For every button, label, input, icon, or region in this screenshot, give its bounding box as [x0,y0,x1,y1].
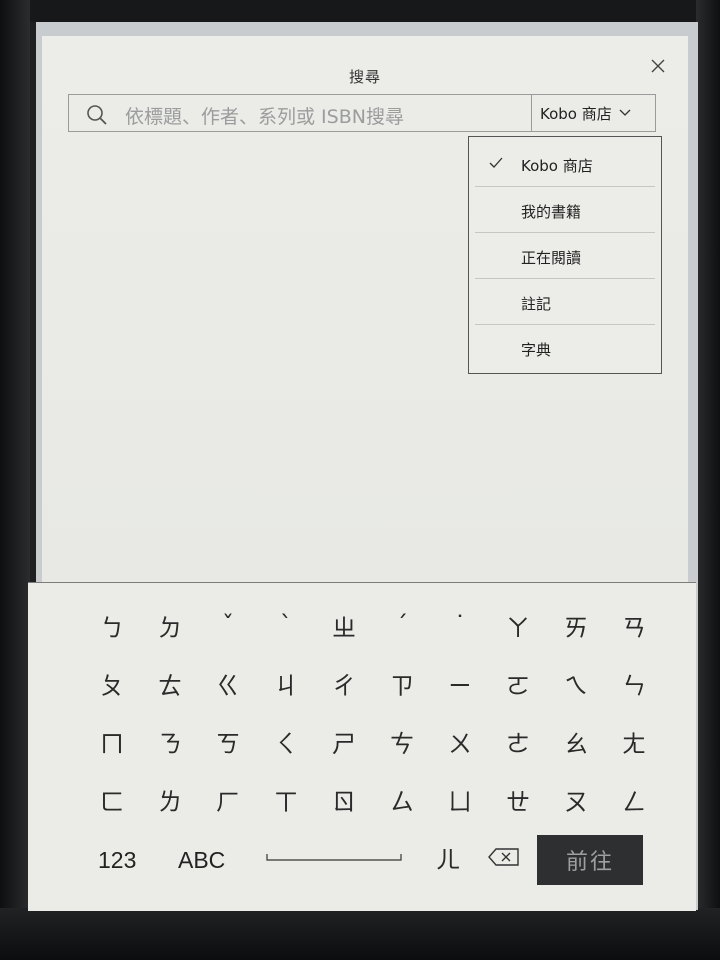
store-scope-label: Kobo 商店 [540,104,612,123]
dropdown-item-reading-now[interactable]: 正在閱讀 [475,233,655,279]
keyboard-key[interactable]: ㄅ [88,605,136,645]
keyboard-key[interactable]: ㄔ [320,663,368,703]
keyboard-key[interactable]: ㄥ [610,779,658,819]
keyboard-key[interactable]: ㄉ [146,605,194,645]
er-key[interactable]: ㄦ [424,837,472,877]
keyboard-key[interactable]: ㄎ [204,721,252,761]
space-key[interactable] [266,852,402,862]
device-bezel-right [696,0,720,960]
keyboard-key[interactable]: ㄜ [494,721,542,761]
go-button[interactable]: 前往 [537,835,643,885]
keyboard-key[interactable]: ㄗ [378,663,426,703]
backspace-icon[interactable] [486,845,522,869]
keyboard-key[interactable]: ㄌ [146,779,194,819]
keyboard-key[interactable]: ㄓ [320,605,368,645]
keyboard-key[interactable]: ㄩ [436,779,484,819]
keyboard-key[interactable]: ㄕ [320,721,368,761]
keyboard-key[interactable]: ㄟ [552,663,600,703]
keyboard-key[interactable]: ㄘ [378,721,426,761]
keyboard-key[interactable]: ㄑ [262,721,310,761]
keyboard-key[interactable]: ㄞ [552,605,600,645]
keyboard-key[interactable]: ˙ [436,605,484,645]
device-bezel-bottom [0,908,720,960]
dropdown-item-dictionary[interactable]: 字典 [475,325,655,371]
search-input[interactable]: 依標題、作者、系列或 ISBN搜尋 [125,102,404,129]
device-bezel-left [0,0,30,960]
keyboard-key[interactable]: ㄙ [378,779,426,819]
keyboard-key[interactable]: ㄍ [204,663,252,703]
keyboard-key[interactable]: ㄤ [610,721,658,761]
check-icon [489,157,503,168]
abc-key[interactable]: ABC [178,847,225,874]
keyboard-key[interactable]: ㄣ [610,663,658,703]
keyboard-key[interactable]: ㄊ [146,663,194,703]
dropdown-item-annotations[interactable]: 註記 [475,279,655,325]
store-scope-dropdown: Kobo 商店 我的書籍 正在閱讀 註記 字典 [468,136,662,374]
keyboard-key[interactable]: ˇ [204,605,252,645]
search-dialog: 搜尋 依標題、作者、系列或 ISBN搜尋 Kobo 商店 Kobo 商店 我的書… [42,36,688,582]
close-button[interactable] [646,54,670,78]
dropdown-item-label: 字典 [521,341,552,359]
keyboard-key[interactable]: ㄆ [88,663,136,703]
keyboard-key[interactable]: ㄒ [262,779,310,819]
keyboard-key[interactable]: ㄝ [494,779,542,819]
keyboard-key[interactable]: ㄇ [88,721,136,761]
device-bezel-top [0,0,720,22]
keyboard-key[interactable]: ㄠ [552,721,600,761]
store-scope-select[interactable]: Kobo 商店 [531,95,657,131]
numbers-key[interactable]: 123 [98,847,136,874]
keyboard-key[interactable]: ㄈ [88,779,136,819]
keyboard-key[interactable]: ㄡ [552,779,600,819]
keyboard-key[interactable]: ˋ [262,605,310,645]
keyboard-key[interactable]: ˊ [378,605,426,645]
keyboard-key[interactable]: ㄖ [320,779,368,819]
keyboard-key[interactable]: ㄐ [262,663,310,703]
zhuyin-keyboard: ㄅㄉ ˇ ˋ ㄓ ˊ ˙ ㄚㄞㄢㄆㄊㄍㄐㄔㄗㄧㄛㄟㄣㄇㄋㄎㄑㄕㄘㄨㄜㄠㄤㄈㄌㄏㄒㄖㄙㄩㄝㄡㄥ… [28,582,696,911]
dropdown-item-label: Kobo 商店 [521,157,593,175]
keyboard-key[interactable]: ㄧ [436,663,484,703]
chevron-down-icon [619,109,631,116]
dropdown-item-label: 正在閱讀 [521,249,582,267]
keyboard-key[interactable]: ㄚ [494,605,542,645]
keyboard-key[interactable]: ㄋ [146,721,194,761]
dropdown-item-label: 我的書籍 [521,203,582,221]
keyboard-key[interactable]: ㄨ [436,721,484,761]
keyboard-key[interactable]: ㄛ [494,663,542,703]
search-bar: 依標題、作者、系列或 ISBN搜尋 Kobo 商店 [68,94,656,132]
close-icon [651,59,665,73]
keyboard-key[interactable]: ㄏ [204,779,252,819]
dropdown-item-label: 註記 [521,295,552,313]
keyboard-key[interactable]: ㄢ [610,605,658,645]
dialog-title: 搜尋 [348,68,381,86]
dropdown-item-kobo-store[interactable]: Kobo 商店 [475,141,655,187]
device-screen: 搜尋 依標題、作者、系列或 ISBN搜尋 Kobo 商店 Kobo 商店 我的書… [28,22,698,911]
dropdown-item-my-books[interactable]: 我的書籍 [475,187,655,233]
search-icon [87,105,107,125]
